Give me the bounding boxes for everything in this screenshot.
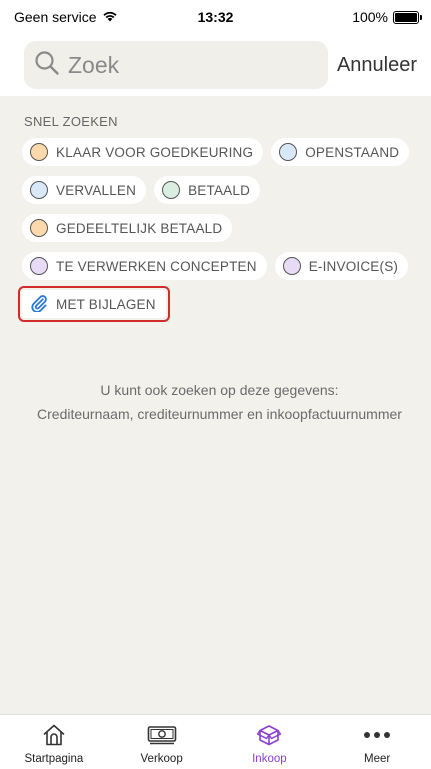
status-dot-icon	[30, 219, 48, 237]
chip-openstaand[interactable]: OPENSTAAND	[271, 138, 410, 166]
search-hint-line1: U kunt ook zoeken op deze gegevens:	[100, 382, 339, 398]
tab-meer[interactable]: Meer	[327, 721, 427, 765]
chip-vervallen[interactable]: VERVALLEN	[22, 176, 147, 204]
chip-met-bijlagen[interactable]: MET BIJLAGEN	[18, 286, 170, 322]
chip-label: KLAAR VOOR GOEDKEURING	[56, 144, 254, 160]
status-left: Geen service	[14, 9, 118, 25]
tab-startpagina[interactable]: Startpagina	[4, 721, 104, 765]
status-dot-icon	[162, 181, 181, 199]
search-icon	[34, 50, 60, 81]
status-dot-icon	[30, 181, 48, 199]
tab-label: Startpagina	[24, 753, 84, 765]
tab-label: Inkoop	[252, 753, 287, 765]
search-hint: U kunt ook zoeken op deze gegevens: Cred…	[8, 378, 431, 426]
chip-label: GEDEELTELIJK BETAALD	[56, 220, 223, 236]
tab-label: Meer	[364, 753, 391, 765]
status-dot-icon	[30, 143, 48, 161]
chip-row: KLAAR VOOR GOEDKEURING OPENSTAAND	[22, 138, 422, 166]
search-header: Annuleer	[0, 34, 431, 96]
chip-label: TE VERWERKEN CONCEPTEN	[56, 258, 257, 274]
status-dot-icon	[279, 143, 298, 161]
chip-row: MET BIJLAGEN	[18, 286, 422, 322]
box-icon	[256, 721, 282, 749]
wifi-icon	[102, 9, 118, 25]
chip-gedeeltelijk-betaald[interactable]: GEDEELTELIJK BETAALD	[22, 214, 233, 242]
search-box[interactable]	[24, 41, 328, 89]
tab-inkoop[interactable]: Inkoop	[219, 721, 319, 765]
home-icon	[42, 721, 66, 749]
quick-search-title: SNEL ZOEKEN	[24, 114, 118, 129]
quick-search-chips: KLAAR VOOR GOEDKEURING OPENSTAAND VERVAL…	[18, 138, 422, 328]
battery-icon	[393, 10, 422, 24]
battery-fill	[395, 12, 417, 22]
chip-row: VERVALLEN BETAALD	[22, 176, 422, 204]
status-bar: Geen service 13:32 100%	[0, 0, 431, 34]
tab-label: Verkoop	[140, 753, 183, 765]
status-dot-icon	[30, 257, 48, 275]
paperclip-icon	[30, 294, 48, 315]
chip-label: OPENSTAAND	[305, 144, 400, 160]
banknote-icon	[147, 721, 177, 749]
tab-bar: Startpagina Verkoop Inkoop Meer	[0, 714, 431, 769]
chip-klaar-voor-goedkeuring[interactable]: KLAAR VOOR GOEDKEURING	[22, 138, 264, 166]
chip-label: BETAALD	[188, 182, 251, 198]
search-content: SNEL ZOEKEN KLAAR VOOR GOEDKEURING OPENS…	[8, 96, 431, 714]
chip-te-verwerken-concepten[interactable]: TE VERWERKEN CONCEPTEN	[22, 252, 267, 280]
status-dot-icon	[282, 257, 301, 275]
chip-row: TE VERWERKEN CONCEPTEN E-INVOICE(S)	[22, 252, 422, 280]
more-icon	[363, 721, 391, 749]
cancel-button[interactable]: Annuleer	[337, 54, 417, 77]
chip-betaald[interactable]: BETAALD	[154, 176, 261, 204]
chip-label: E-INVOICE(S)	[308, 258, 399, 274]
search-input[interactable]	[68, 51, 308, 79]
search-hint-line2: Crediteurnaam, crediteurnummer en inkoop…	[37, 406, 402, 422]
chip-label: VERVALLEN	[56, 182, 137, 198]
status-right: 100%	[352, 9, 422, 25]
carrier-label: Geen service	[14, 9, 97, 25]
chip-e-invoices[interactable]: E-INVOICE(S)	[274, 252, 409, 280]
chip-row: GEDEELTELIJK BETAALD	[22, 214, 422, 242]
tab-verkoop[interactable]: Verkoop	[112, 721, 212, 765]
battery-percentage: 100%	[352, 9, 388, 25]
chip-label: MET BIJLAGEN	[56, 296, 156, 312]
